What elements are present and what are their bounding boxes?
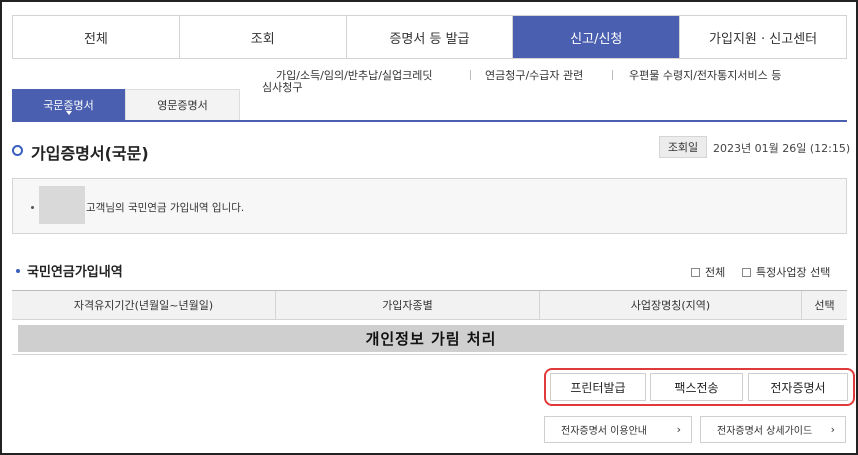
e-certificate-usage-guide-button[interactable]: 전자증명서 이용안내 › [544, 416, 692, 443]
checkbox-all[interactable] [691, 267, 700, 277]
submenu-divider [470, 70, 471, 80]
bullet-icon [31, 206, 34, 209]
e-certificate-detail-guide-button[interactable]: 전자증명서 상세가이드 › [700, 416, 846, 443]
document-tabs: 국문증명서 영문증명서 [12, 89, 240, 120]
title-circle-icon [12, 145, 23, 156]
privacy-mask-bar: 개인정보 가림 처리 [18, 325, 844, 352]
date-label-badge: 조회일 [659, 136, 707, 158]
tab-certificate-issue[interactable]: 증명서 등 발급 [347, 16, 514, 58]
info-message: 고객님의 국민연금 가입내역 입니다. [86, 202, 245, 214]
page-title: 가입증명서(국문) [31, 144, 149, 163]
tab-underline [12, 120, 847, 122]
electronic-certificate-button[interactable]: 전자증명서 [748, 373, 848, 401]
customer-name-mask [39, 186, 85, 224]
inquiry-date: 2023년 01월 26일 (12:15) [713, 142, 851, 155]
submenu-item-pension-claim[interactable]: 연금청구/수급자 관련 [485, 67, 583, 83]
tab-domestic-certificate[interactable]: 국문증명서 [12, 89, 125, 120]
fax-send-button[interactable]: 팩스전송 [650, 373, 743, 401]
top-nav-tabs: 전체 조회 증명서 등 발급 신고/신청 가입지원 · 신고센터 [12, 15, 847, 59]
column-header-select: 선택 [814, 299, 835, 312]
chevron-right-icon: › [676, 423, 681, 436]
guide-detail-label: 전자증명서 상세가이드 [717, 426, 813, 437]
checkbox-all-group[interactable]: 전체 [691, 264, 725, 280]
table-header: 자격유지기간(년월일~년월일) 가입자종별 사업장명칭(지역) 선택 [12, 290, 847, 320]
tab-inquiry[interactable]: 조회 [180, 16, 347, 58]
print-issue-button[interactable]: 프린터발급 [550, 373, 646, 401]
tab-all[interactable]: 전체 [13, 16, 180, 58]
section-title: 국민연금가입내역 [27, 265, 123, 280]
tab-english-certificate[interactable]: 영문증명서 [125, 89, 240, 120]
column-header-workplace: 사업장명칭(지역) [540, 291, 802, 319]
checkbox-all-label: 전체 [705, 266, 726, 279]
table-bottom-line [12, 354, 847, 355]
column-header-period: 자격유지기간(년월일~년월일) [12, 291, 276, 319]
column-header-member-type: 가입자종별 [276, 291, 540, 319]
guide-usage-label: 전자증명서 이용안내 [561, 426, 647, 437]
submenu-divider [612, 70, 613, 80]
checkbox-specific-label: 특정사업장 선택 [756, 266, 831, 279]
section-bullet-icon [16, 269, 20, 273]
checkbox-specific-group[interactable]: 특정사업장 선택 [742, 264, 830, 280]
tab-support-center[interactable]: 가입지원 · 신고센터 [680, 16, 846, 58]
info-box: 고객님의 국민연금 가입내역 입니다. [12, 178, 847, 234]
tab-report-apply[interactable]: 신고/신청 [513, 16, 681, 58]
submenu-item-review-claim[interactable]: 심사청구 [262, 79, 302, 95]
submenu-item-mail-address[interactable]: 우편물 수령지/전자통지서비스 등 [629, 67, 781, 83]
chevron-right-icon: › [830, 423, 835, 436]
checkbox-specific-workplace[interactable] [742, 267, 751, 277]
